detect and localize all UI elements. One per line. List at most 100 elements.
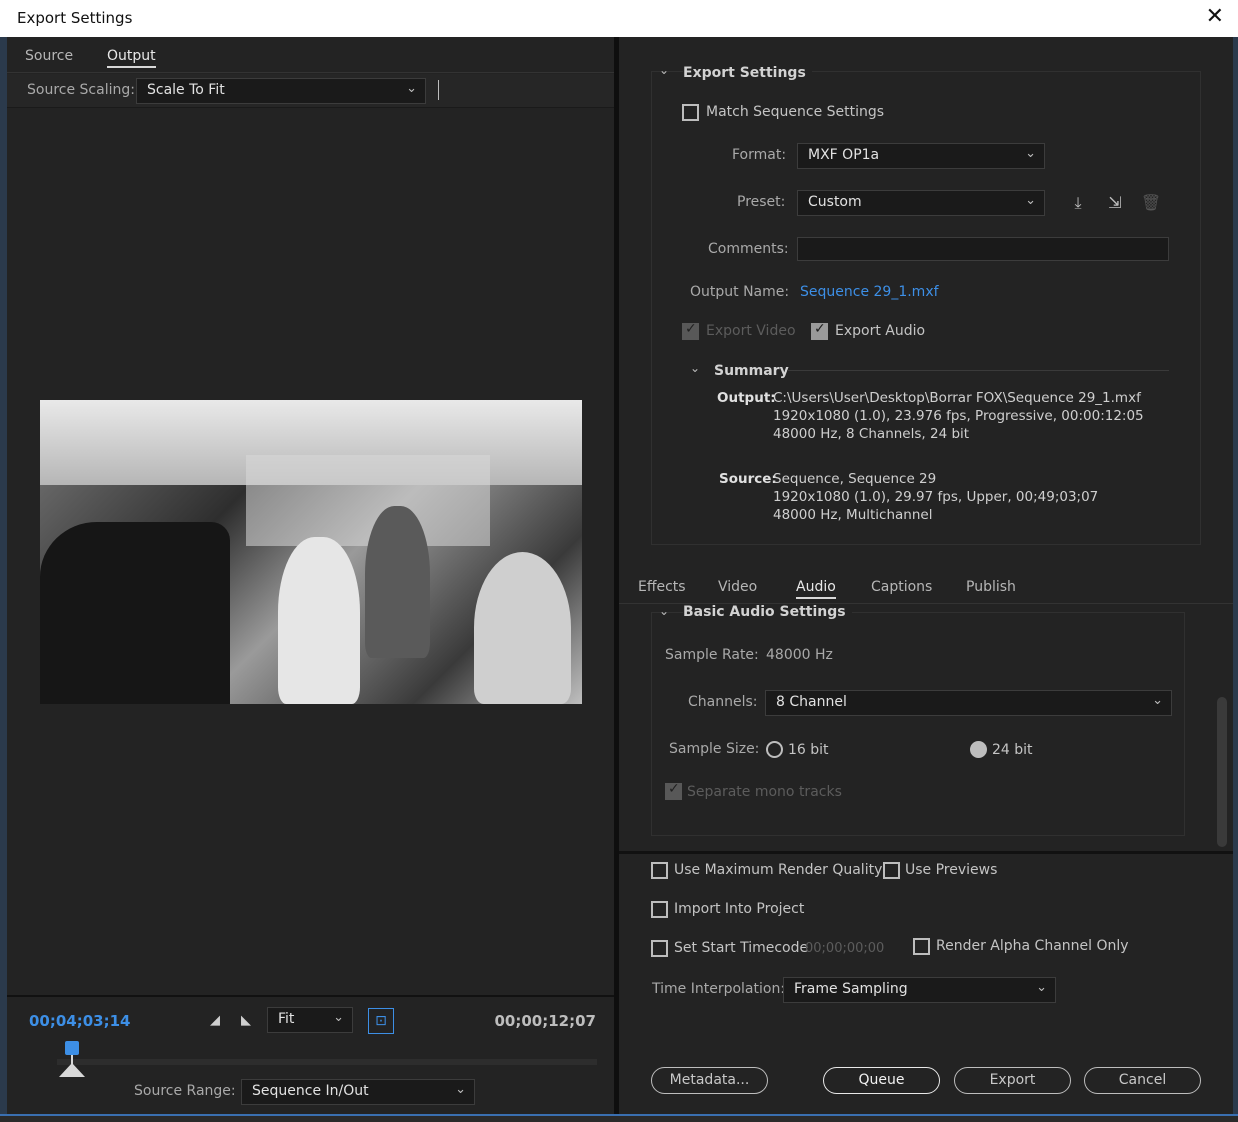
duration-timecode: 00;00;12;07 (494, 1012, 597, 1030)
output-name-label: Output Name: (690, 284, 790, 300)
max-render-quality-checkbox[interactable] (651, 862, 668, 879)
chevron-down-icon: ⌄ (1036, 980, 1047, 995)
close-icon[interactable]: ✕ (1206, 4, 1224, 29)
tab-output[interactable]: Output (107, 48, 156, 68)
source-range-value: Sequence In/Out (252, 1083, 369, 1099)
summary-title: Summary (714, 363, 789, 379)
preset-dropdown[interactable]: Custom ⌄ (797, 190, 1045, 216)
summary-source-label: Source: (719, 471, 777, 487)
summary-output-line: 48000 Hz, 8 Channels, 24 bit (773, 426, 970, 442)
channels-label: Channels: (688, 694, 758, 710)
chevron-down-icon: ⌄ (406, 81, 417, 96)
playhead-handle[interactable] (65, 1041, 79, 1055)
time-interpolation-label: Time Interpolation: (652, 981, 786, 997)
zoom-value: Fit (278, 1011, 295, 1027)
mark-out-icon[interactable]: ◣ (241, 1013, 257, 1029)
source-scaling-label: Source Scaling: (27, 82, 135, 98)
collapse-chevron-icon[interactable]: ⌄ (659, 604, 669, 618)
export-video-label: Export Video (706, 323, 796, 339)
tab-source[interactable]: Source (25, 48, 73, 64)
tab-audio[interactable]: Audio (796, 579, 836, 599)
export-button[interactable]: Export (954, 1067, 1071, 1094)
import-into-project-label: Import Into Project (674, 901, 805, 917)
zoom-dropdown[interactable]: Fit ⌄ (267, 1007, 353, 1033)
max-render-quality-label: Use Maximum Render Quality (674, 862, 883, 878)
radio-16-bit-label: 16 bit (788, 742, 829, 758)
source-output-tabs: Source Output (7, 37, 614, 73)
render-alpha-checkbox[interactable] (913, 938, 930, 955)
export-audio-checkbox[interactable] (811, 321, 828, 340)
export-settings-title: Export Settings (683, 65, 812, 81)
output-name-link[interactable]: Sequence 29_1.mxf (800, 284, 939, 300)
time-interpolation-value: Frame Sampling (794, 981, 908, 997)
cancel-button[interactable]: Cancel (1084, 1067, 1201, 1094)
source-scaling-value: Scale To Fit (147, 82, 225, 98)
radio-16-bit[interactable] (766, 741, 783, 758)
current-timecode[interactable]: 00;04;03;14 (29, 1012, 131, 1030)
right-window-edge (1233, 37, 1238, 1122)
trash-icon[interactable]: 🗑 (1139, 193, 1163, 215)
channels-dropdown[interactable]: 8 Channel ⌄ (765, 690, 1172, 716)
basic-audio-title: Basic Audio Settings (683, 604, 852, 620)
video-preview-frame (40, 400, 582, 704)
export-video-checkbox[interactable] (682, 321, 699, 340)
collapse-chevron-icon[interactable]: ⌄ (690, 361, 700, 375)
set-start-timecode-checkbox[interactable] (651, 940, 668, 957)
export-settings-window: Export Settings ✕ Source Output Source S… (0, 0, 1238, 1122)
separate-mono-checkbox[interactable] (665, 781, 682, 800)
match-sequence-label: Match Sequence Settings (706, 104, 885, 120)
summary-source-line: 48000 Hz, Multichannel (773, 507, 933, 523)
comments-field[interactable] (797, 237, 1169, 261)
time-interpolation-dropdown[interactable]: Frame Sampling ⌄ (783, 977, 1056, 1003)
chevron-down-icon: ⌄ (1025, 146, 1036, 161)
settings-panel: ⌄ Export Settings Match Sequence Setting… (619, 37, 1233, 1114)
tab-effects[interactable]: Effects (638, 579, 686, 595)
format-label: Format: (732, 147, 787, 163)
sample-size-label: Sample Size: (669, 741, 760, 757)
chevron-down-icon: ⌄ (333, 1010, 344, 1025)
metadata-button[interactable]: Metadata... (651, 1067, 768, 1094)
sample-rate-value: 48000 Hz (766, 647, 833, 663)
import-preset-icon[interactable]: ⇲ (1103, 193, 1127, 215)
source-scaling-dropdown[interactable]: Scale To Fit ⌄ (136, 78, 426, 104)
format-value: MXF OP1a (808, 147, 880, 163)
left-window-edge (0, 37, 7, 1122)
format-dropdown[interactable]: MXF OP1a ⌄ (797, 143, 1045, 169)
chevron-down-icon: ⌄ (1152, 693, 1163, 708)
radio-24-bit[interactable] (970, 741, 987, 758)
aspect-ratio-icon[interactable]: ⊡ (368, 1008, 394, 1034)
preview-figure (278, 536, 360, 704)
collapse-chevron-icon[interactable]: ⌄ (659, 63, 669, 77)
summary-source-line: 1920x1080 (1.0), 29.97 fps, Upper, 00;49… (773, 489, 1099, 505)
crop-divider (438, 80, 439, 100)
tab-captions[interactable]: Captions (871, 579, 932, 595)
summary-output-line: 1920x1080 (1.0), 23.976 fps, Progressive… (773, 408, 1144, 424)
use-previews-checkbox[interactable] (883, 862, 900, 879)
tab-publish[interactable]: Publish (966, 579, 1016, 595)
timeline-controls: 00;04;03;14 ◢ ◣ Fit ⌄ ⊡ 00;00;12;07 Sour… (7, 995, 614, 1114)
window-title: Export Settings (17, 9, 133, 27)
tab-video[interactable]: Video (718, 579, 757, 595)
preview-figure (365, 506, 431, 659)
queue-button[interactable]: Queue (823, 1067, 940, 1094)
mark-in-icon[interactable]: ◢ (210, 1013, 226, 1029)
chevron-down-icon: ⌄ (455, 1082, 466, 1097)
summary-output-line: C:\Users\User\Desktop\Borrar FOX\Sequenc… (773, 390, 1141, 406)
preset-label: Preset: (737, 194, 786, 210)
timeline-track[interactable] (57, 1059, 597, 1065)
settings-scrollbar[interactable] (1217, 697, 1227, 847)
sample-rate-label: Sample Rate: (665, 647, 759, 663)
export-audio-label: Export Audio (835, 323, 926, 339)
settings-tabs: Effects Video Audio Captions Publish (619, 568, 1233, 604)
source-range-dropdown[interactable]: Sequence In/Out ⌄ (241, 1079, 475, 1105)
preview-figure (473, 552, 572, 704)
title-bar: Export Settings ✕ (0, 0, 1238, 37)
window-bottom-edge (0, 1114, 1238, 1122)
start-timecode-field[interactable]: 00;00;00;00 (805, 941, 884, 956)
preview-area (7, 109, 614, 994)
match-sequence-checkbox[interactable] (682, 104, 699, 121)
playhead-triangle[interactable] (59, 1063, 85, 1077)
import-into-project-checkbox[interactable] (651, 901, 668, 918)
set-start-timecode-label: Set Start Timecode (674, 940, 809, 956)
download-icon[interactable]: ⤓ (1066, 193, 1090, 215)
